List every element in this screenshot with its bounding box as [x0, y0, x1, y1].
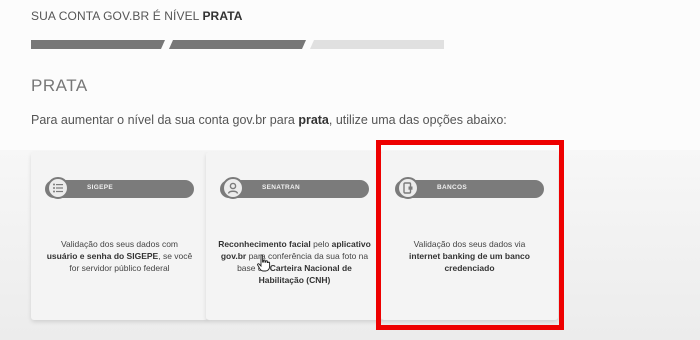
intro-text: Para aumentar o nível da sua conta gov.b… — [31, 113, 507, 127]
option-card-sigepe[interactable]: SIGEPE Validação dos seus dados com usuá… — [31, 152, 208, 320]
option-description: Reconhecimento facial pelo aplicativo go… — [218, 239, 371, 285]
highlight-annotation-box — [376, 140, 564, 330]
progress-segment-2 — [169, 40, 306, 49]
list-icon — [47, 177, 69, 199]
account-level-title: SUA CONTA GOV.BR É NÍVEL PRATA — [31, 9, 243, 23]
option-label: SIGEPE — [87, 184, 114, 191]
option-description: Validação dos seus dados com usuário e s… — [46, 239, 193, 273]
level-progress-bar — [31, 40, 444, 49]
option-card-senatran[interactable]: SENATRAN Reconhecimento facial pelo apli… — [206, 152, 383, 320]
progress-segment-3 — [310, 40, 444, 49]
face-icon — [222, 177, 244, 199]
progress-segment-1 — [31, 40, 165, 49]
option-label: SENATRAN — [262, 184, 301, 191]
section-title: PRATA — [31, 76, 88, 95]
hand-cursor-icon — [257, 254, 271, 272]
account-level-name: PRATA — [202, 9, 243, 23]
